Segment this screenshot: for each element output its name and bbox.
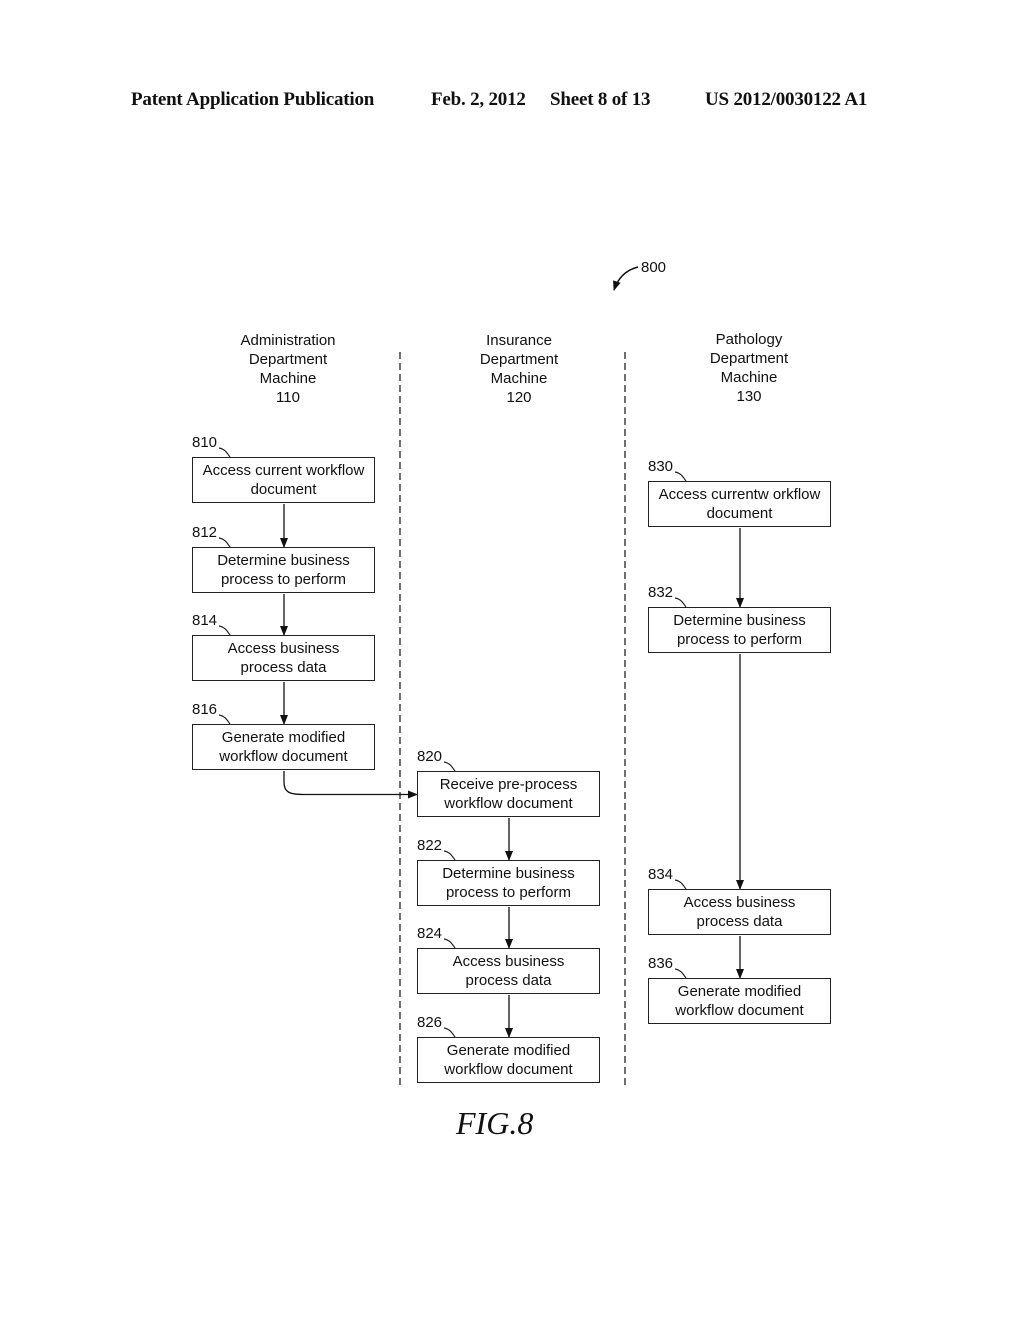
figure-reference-number: 800 bbox=[641, 259, 667, 276]
lane-title-line: Insurance bbox=[486, 332, 552, 349]
step-reference-number: 820 bbox=[417, 748, 443, 765]
reference-leader-824 bbox=[443, 938, 456, 949]
lane-title-line: 120 bbox=[506, 389, 532, 406]
step-reference-number: 832 bbox=[648, 584, 674, 601]
step-label: Access business process data bbox=[684, 893, 796, 931]
lane-title-pathology: Pathology Department Machine 130 bbox=[649, 330, 849, 406]
process-step-836: Generate modified workflow document bbox=[648, 978, 831, 1024]
step-label-line: Determine business bbox=[217, 552, 350, 569]
step-reference-number: 824 bbox=[417, 925, 443, 942]
step-reference-number: 812 bbox=[192, 524, 218, 541]
step-label-line: process data bbox=[240, 659, 327, 676]
step-label-line: Access currentw orkflow bbox=[658, 486, 821, 503]
step-label: Generate modified workflow document bbox=[444, 1041, 572, 1079]
step-label: Determine business process to perform bbox=[673, 611, 806, 649]
step-label-line: Access current workflow bbox=[202, 462, 365, 479]
step-label-line: process data bbox=[465, 972, 552, 989]
step-label: Receive pre-process workflow document bbox=[440, 775, 578, 813]
step-label-line: process to perform bbox=[220, 571, 347, 588]
step-label-line: Determine business bbox=[442, 865, 575, 882]
lane-title-line: Machine bbox=[259, 370, 317, 387]
step-label-line: Access business bbox=[227, 640, 340, 657]
process-step-810: Access current workflow document bbox=[192, 457, 375, 503]
step-reference-number: 830 bbox=[648, 458, 674, 475]
lane-title-line: 110 bbox=[276, 389, 300, 406]
step-label: Determine business process to perform bbox=[217, 551, 350, 589]
lane-title-line: 130 bbox=[736, 388, 762, 405]
lane-title-line: Machine bbox=[720, 369, 778, 386]
step-label-line: Generate modified bbox=[446, 1042, 571, 1059]
process-step-834: Access business process data bbox=[648, 889, 831, 935]
lane-title-line: Department bbox=[479, 351, 559, 368]
process-step-812: Determine business process to perform bbox=[192, 547, 375, 593]
reference-leader-820 bbox=[443, 761, 456, 772]
step-label: Access currentw orkflow document bbox=[659, 485, 821, 523]
lane-title-line: Machine bbox=[490, 370, 548, 387]
lane-title-administration: Administration Department Machine 110 bbox=[188, 331, 388, 407]
step-label-line: workflow document bbox=[444, 795, 573, 812]
step-label: Generate modified workflow document bbox=[219, 728, 347, 766]
process-step-814: Access business process data bbox=[192, 635, 375, 681]
step-label: Generate modified workflow document bbox=[675, 982, 803, 1020]
process-step-832: Determine business process to perform bbox=[648, 607, 831, 653]
lane-title-insurance: Insurance Department Machine 120 bbox=[419, 331, 619, 407]
step-reference-number: 810 bbox=[192, 434, 218, 451]
step-label-line: document bbox=[706, 505, 773, 522]
step-label: Access business process data bbox=[228, 639, 340, 677]
step-reference-number: 834 bbox=[648, 866, 674, 883]
step-label-line: Generate modified bbox=[677, 983, 802, 1000]
step-label-line: Access business bbox=[683, 894, 796, 911]
figure-label: FIG.8 bbox=[456, 1105, 534, 1141]
step-label-line: Generate modified bbox=[221, 729, 346, 746]
step-reference-number: 822 bbox=[417, 837, 443, 854]
lane-title-line: Department bbox=[248, 351, 328, 368]
step-reference-number: 826 bbox=[417, 1014, 443, 1031]
process-step-822: Determine business process to perform bbox=[417, 860, 600, 906]
reference-leader-830 bbox=[674, 471, 687, 482]
step-label-line: workflow document bbox=[675, 1002, 804, 1019]
step-label-line: process data bbox=[696, 913, 783, 930]
step-label-line: Access business bbox=[452, 953, 565, 970]
reference-leader-814 bbox=[218, 625, 231, 636]
reference-leader-822 bbox=[443, 850, 456, 861]
lane-title-line: Administration bbox=[240, 332, 336, 349]
lane-title-line: Department bbox=[709, 350, 789, 367]
reference-leader-826 bbox=[443, 1027, 456, 1038]
step-reference-number: 816 bbox=[192, 701, 218, 718]
step-label-line: workflow document bbox=[219, 748, 348, 765]
step-label: Access current workflow document bbox=[203, 461, 365, 499]
step-label-line: process to perform bbox=[676, 631, 803, 648]
step-reference-number: 814 bbox=[192, 612, 218, 629]
step-label-line: process to perform bbox=[445, 884, 572, 901]
step-label: Access business process data bbox=[453, 952, 565, 990]
reference-leader-810 bbox=[218, 447, 231, 458]
reference-leader-812 bbox=[218, 537, 231, 548]
lane-title-line: Pathology bbox=[715, 331, 783, 348]
reference-leader-832 bbox=[674, 597, 687, 608]
step-label-line: workflow document bbox=[444, 1061, 573, 1078]
reference-leader-834 bbox=[674, 879, 687, 890]
process-step-830: Access currentw orkflow document bbox=[648, 481, 831, 527]
process-step-816: Generate modified workflow document bbox=[192, 724, 375, 770]
reference-leader-836 bbox=[674, 968, 687, 979]
step-label-line: Receive pre-process bbox=[439, 776, 578, 793]
step-label-line: Determine business bbox=[673, 612, 806, 629]
process-step-824: Access business process data bbox=[417, 948, 600, 994]
step-reference-number: 836 bbox=[648, 955, 674, 972]
reference-leader-816 bbox=[218, 714, 231, 725]
step-label: Determine business process to perform bbox=[442, 864, 575, 902]
flow-arrow-816-to-820 bbox=[283, 771, 418, 799]
step-label-line: document bbox=[250, 481, 317, 498]
figure-reference-arrow bbox=[613, 266, 639, 291]
process-step-826: Generate modified workflow document bbox=[417, 1037, 600, 1083]
process-step-820: Receive pre-process workflow document bbox=[417, 771, 600, 817]
